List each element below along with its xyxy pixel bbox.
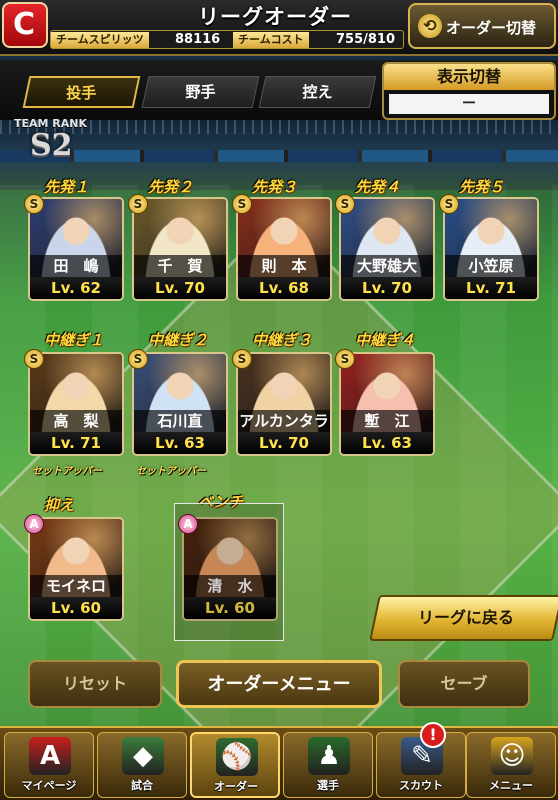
player-name: モイネロ — [30, 575, 122, 597]
player-level: Lv. 70 — [341, 277, 433, 299]
player-role-tag: セットアッパー — [32, 466, 102, 477]
player-icon: ♟ — [308, 737, 350, 775]
display-toggle[interactable]: 表示切替 ー — [382, 62, 556, 120]
player-name: 高 梨 — [30, 410, 122, 432]
reliever-player-card[interactable]: 塹 江 Lv. 63 — [339, 352, 435, 456]
team-stats: チームスピリッツ 88116 チームコスト 755/810 — [50, 30, 404, 49]
rank-badge-icon: A — [24, 514, 44, 534]
player-name: 則 本 — [238, 255, 330, 277]
team-spirit-label: チームスピリッツ — [51, 32, 149, 48]
order-menu-button[interactable]: オーダーメニュー — [176, 660, 382, 708]
order-icon: ⚾ — [216, 738, 258, 776]
reliever-player-card[interactable]: 石川直 Lv. 63 — [132, 352, 228, 456]
player-name: 石川直 — [134, 410, 226, 432]
player-name: 塹 江 — [341, 410, 433, 432]
team-spirit-value: 88116 — [175, 32, 221, 47]
nav-item-label: 試合 — [131, 779, 153, 792]
page-title: リーグオーダー — [198, 5, 352, 29]
starter-slot-label: 先発２ — [148, 178, 194, 196]
stadium-icon: ◆ — [122, 737, 164, 775]
team-cost-label: チームコスト — [233, 32, 309, 48]
starter-player-card[interactable]: 田 嶋 Lv. 62 — [28, 197, 124, 301]
closer-slot-label: 抑え — [44, 496, 75, 514]
rank-badge-icon: A — [178, 514, 198, 534]
player-name: アルカンタラ — [238, 410, 330, 432]
player-level: Lv. 68 — [238, 277, 330, 299]
starter-player-card[interactable]: 則 本 Lv. 68 — [236, 197, 332, 301]
player-role-tag: セットアッパー — [136, 466, 206, 477]
tab-pitcher[interactable]: 投手 — [22, 76, 141, 108]
nav-item-mypage[interactable]: A マイページ — [4, 732, 94, 798]
starter-player-card[interactable]: 大野雄大 Lv. 70 — [339, 197, 435, 301]
starter-player-card[interactable]: 小笠原 Lv. 71 — [443, 197, 539, 301]
reliever-slot-label: 中継ぎ２ — [148, 331, 209, 349]
tab-fielder[interactable]: 野手 — [141, 76, 260, 108]
rank-badge-icon: S — [128, 349, 148, 369]
player-level: Lv. 63 — [341, 432, 433, 454]
rank-badge-icon: S — [24, 349, 44, 369]
rank-badge-icon: S — [335, 349, 355, 369]
rank-badge-icon: S — [335, 194, 355, 214]
mypage-icon: A — [29, 737, 71, 775]
rank-badge-icon: S — [232, 194, 252, 214]
rank-badge-icon: S — [24, 194, 44, 214]
player-name: 小笠原 — [445, 255, 537, 277]
reliever-player-card[interactable]: 高 梨 Lv. 71 — [28, 352, 124, 456]
nav-item-menu[interactable]: ☺ メニュー — [466, 732, 556, 798]
nav-item-label: マイページ — [21, 779, 77, 792]
reset-button[interactable]: リセット — [28, 660, 162, 708]
player-level: Lv. 63 — [134, 432, 226, 454]
starter-slot-label: 先発４ — [355, 178, 401, 196]
reliever-slot-label: 中継ぎ３ — [252, 331, 313, 349]
nav-item-label: 選手 — [317, 779, 339, 792]
outfield-ad-board — [0, 150, 558, 162]
starter-slot-label: 先発５ — [459, 178, 505, 196]
player-level: Lv. 62 — [30, 277, 122, 299]
team-cost-value: 755/810 — [336, 32, 396, 47]
display-toggle-label: 表示切替 — [384, 64, 554, 90]
player-level: Lv. 70 — [134, 277, 226, 299]
save-button[interactable]: セーブ — [398, 660, 530, 708]
player-level: Lv. 70 — [238, 432, 330, 454]
reliever-slot-label: 中継ぎ４ — [355, 331, 416, 349]
starter-slot-label: 先発３ — [252, 178, 298, 196]
player-level: Lv. 71 — [445, 277, 537, 299]
swap-icon: ⟲ — [418, 14, 442, 38]
header-bar: C リーグオーダー チームスピリッツ 88116 チームコスト 755/810 … — [0, 0, 558, 56]
player-level: Lv. 60 — [30, 597, 122, 619]
nav-item-label: オーダー — [214, 780, 258, 793]
nav-item-label: スカウト — [399, 779, 443, 792]
reliever-player-card[interactable]: アルカンタラ Lv. 70 — [236, 352, 332, 456]
nav-item-stadium[interactable]: ◆ 試合 — [97, 732, 187, 798]
team-rank-value: S2 — [30, 128, 73, 163]
reliever-slot-label: 中継ぎ１ — [44, 331, 105, 349]
player-name: 田 嶋 — [30, 255, 122, 277]
rank-badge-icon: S — [128, 194, 148, 214]
back-to-league-button[interactable]: リーグに戻る — [369, 595, 558, 641]
team-logo: C — [2, 2, 48, 48]
notification-badge: ! — [420, 722, 446, 748]
menu-icon: ☺ — [491, 737, 533, 775]
nav-item-order[interactable]: ⚾ オーダー — [190, 732, 280, 798]
starter-slot-label: 先発１ — [44, 178, 90, 196]
order-switch-button[interactable]: ⟲ オーダー切替 — [408, 3, 556, 49]
rank-badge-icon: S — [232, 349, 252, 369]
tab-reserve[interactable]: 控え — [258, 76, 377, 108]
nav-item-label: メニュー — [489, 779, 533, 792]
display-toggle-value: ー — [389, 94, 549, 114]
nav-item-player[interactable]: ♟ 選手 — [283, 732, 373, 798]
starter-player-card[interactable]: 千 賀 Lv. 70 — [132, 197, 228, 301]
rank-badge-icon: S — [439, 194, 459, 214]
order-switch-label: オーダー切替 — [446, 19, 537, 37]
player-level: Lv. 71 — [30, 432, 122, 454]
player-name: 千 賀 — [134, 255, 226, 277]
bottom-nav: A マイページ ◆ 試合 ⚾ オーダー ♟ 選手 ✎ スカウト ☺ メニュー — [0, 726, 558, 800]
player-name: 大野雄大 — [341, 255, 433, 277]
closer-player-card[interactable]: モイネロ Lv. 60 — [28, 517, 124, 621]
